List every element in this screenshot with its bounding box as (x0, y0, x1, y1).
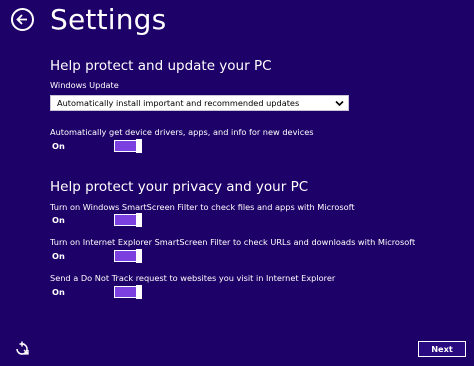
device-drivers-label: Automatically get device drivers, apps, … (50, 127, 314, 137)
windows-update-selected-value: Automatically install important and reco… (57, 98, 300, 108)
device-drivers-state: On (52, 141, 65, 151)
back-arrow-icon (16, 14, 27, 25)
back-button[interactable] (11, 8, 34, 31)
chevron-down-icon (335, 100, 344, 107)
page-title: Settings (50, 3, 167, 36)
do-not-track-toggle[interactable] (114, 285, 142, 299)
windows-update-label: Windows Update (50, 80, 119, 90)
windows-update-dropdown[interactable]: Automatically install important and reco… (50, 95, 349, 111)
toggle-thumb (136, 139, 142, 153)
smartscreen-windows-state: On (52, 215, 65, 225)
toggle-thumb (136, 285, 142, 299)
section-heading-protect-update: Help protect and update your PC (50, 58, 272, 74)
device-drivers-toggle[interactable] (114, 139, 142, 153)
smartscreen-ie-state: On (52, 251, 65, 261)
ease-of-access-icon[interactable] (14, 340, 30, 356)
toggle-thumb (136, 249, 142, 263)
smartscreen-ie-label: Turn on Internet Explorer SmartScreen Fi… (50, 237, 416, 247)
do-not-track-label: Send a Do Not Track request to websites … (50, 273, 336, 283)
smartscreen-ie-toggle[interactable] (114, 249, 142, 263)
next-button[interactable]: Next (418, 341, 466, 357)
toggle-thumb (136, 213, 142, 227)
section-heading-privacy: Help protect your privacy and your PC (50, 179, 309, 195)
do-not-track-state: On (52, 287, 65, 297)
smartscreen-windows-toggle[interactable] (114, 213, 142, 227)
smartscreen-windows-label: Turn on Windows SmartScreen Filter to ch… (50, 202, 355, 212)
